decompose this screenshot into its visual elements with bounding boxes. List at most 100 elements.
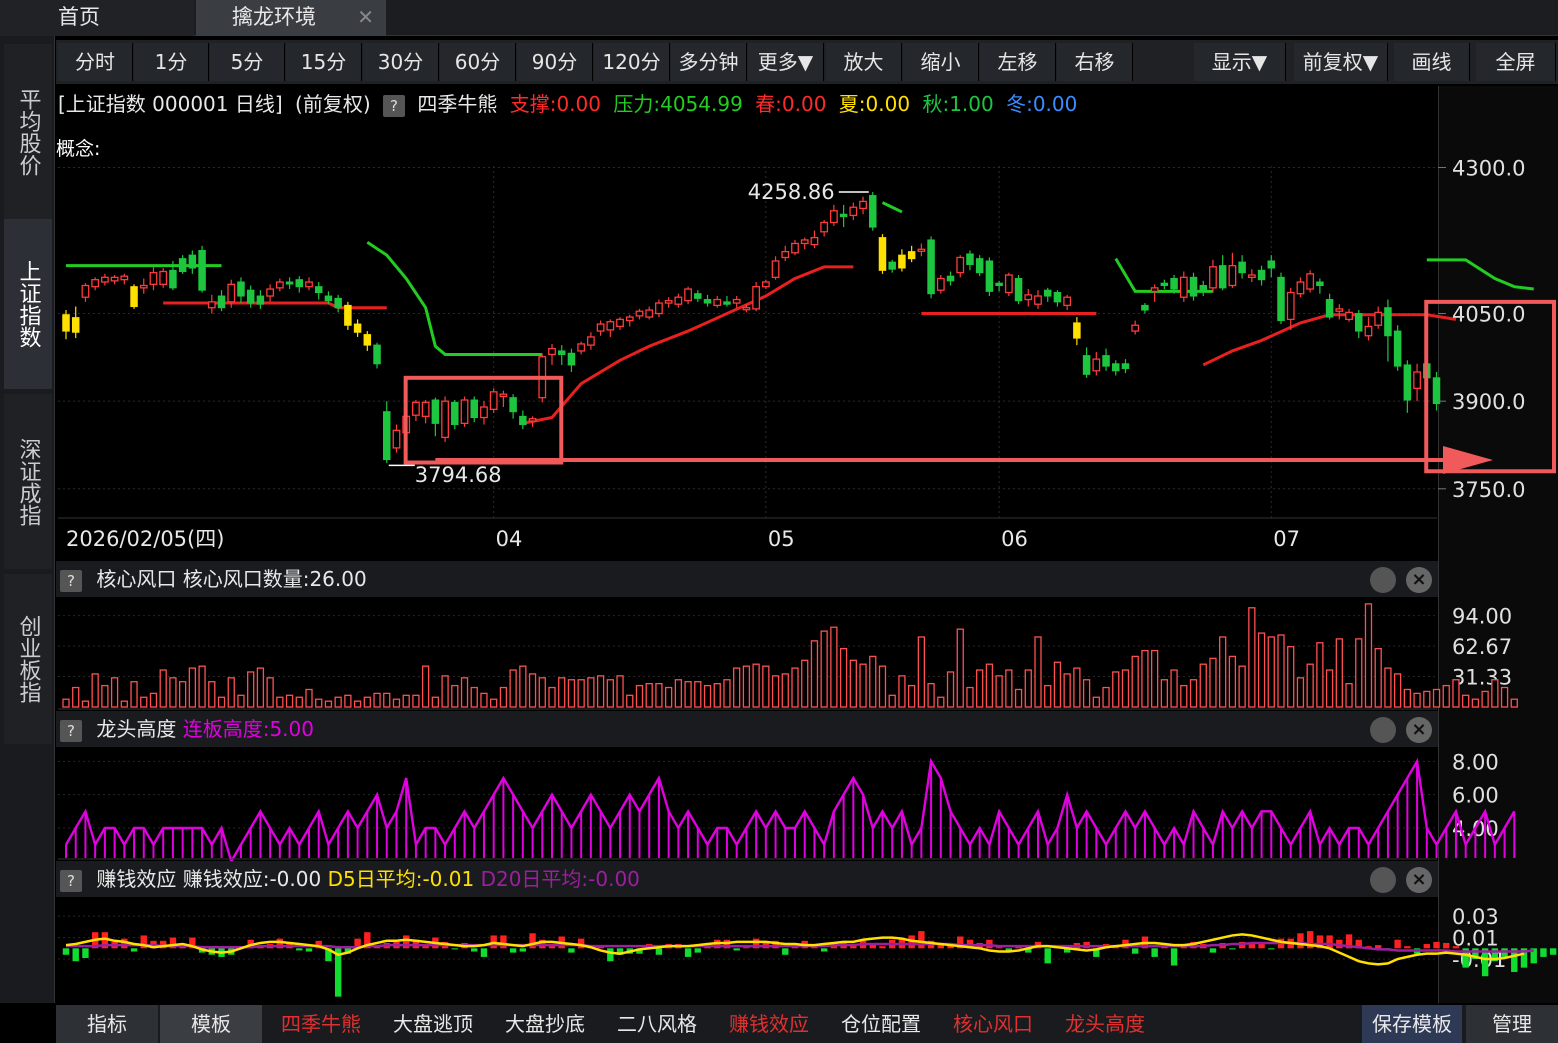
leader-height-header: ? 龙头高度 连板高度:5.00 × — [56, 711, 1438, 747]
effect-bar — [782, 948, 789, 955]
bar — [110, 677, 119, 708]
y-tick-label: 94.00 — [1452, 605, 1512, 629]
bar — [927, 683, 935, 708]
bar — [635, 684, 644, 708]
bar — [266, 677, 274, 708]
candle-body — [314, 286, 323, 294]
candle-body — [499, 393, 508, 398]
candle-body — [1335, 308, 1344, 312]
candle-body — [1092, 358, 1101, 372]
candle-body — [139, 284, 148, 289]
bar — [1462, 694, 1470, 708]
bar — [1180, 684, 1188, 708]
bar — [237, 694, 245, 708]
bar — [285, 694, 294, 708]
candle-body — [703, 299, 712, 304]
bar — [1209, 657, 1217, 708]
candle-body — [509, 397, 517, 413]
template-item[interactable]: 四季牛熊 — [266, 1005, 376, 1043]
effect-bar — [72, 948, 79, 962]
bar — [62, 698, 70, 708]
bar — [519, 665, 527, 708]
effect-bar — [1209, 948, 1217, 953]
bar — [431, 696, 440, 708]
candle-body — [1170, 278, 1178, 290]
candle-body — [1131, 324, 1140, 332]
candle-body — [1053, 292, 1062, 303]
candle-body — [246, 289, 255, 304]
candle-body — [1209, 266, 1217, 289]
help-icon[interactable]: ? — [60, 719, 82, 742]
bar — [849, 659, 857, 708]
bar — [1034, 636, 1042, 708]
candle-body — [849, 206, 858, 217]
bar — [626, 694, 634, 708]
candle-body — [1257, 269, 1266, 281]
template-item[interactable]: 龙头高度 — [1050, 1005, 1160, 1043]
help-icon[interactable]: ? — [60, 569, 82, 592]
candle-body — [275, 281, 284, 289]
bar — [1150, 649, 1159, 708]
panel-value: 连板高度:5.00 — [182, 717, 314, 741]
template-item[interactable]: 赚钱效应 — [714, 1005, 824, 1043]
close-icon[interactable]: × — [1406, 567, 1432, 593]
d5-line — [65, 933, 1525, 966]
template-item[interactable]: 二八风格 — [602, 1005, 712, 1043]
bar — [1277, 634, 1285, 708]
effect-bar — [1443, 942, 1450, 949]
gear-icon[interactable] — [1370, 717, 1396, 743]
bar — [140, 696, 148, 708]
core-wind-panel: 94.00 62.67 31.33 — [58, 603, 1518, 710]
bar — [1452, 679, 1460, 708]
bar — [441, 675, 449, 708]
bar — [1112, 671, 1120, 708]
candle-body — [431, 399, 440, 424]
y-tick-label: 3900.0 — [1452, 390, 1525, 414]
template-tab[interactable]: 模板 — [160, 1005, 262, 1043]
gear-icon[interactable] — [1370, 867, 1396, 893]
candle-body — [927, 239, 935, 295]
effect-bar — [733, 948, 740, 951]
d20-value: D20日平均:-0.00 — [480, 867, 640, 891]
bar — [771, 675, 780, 708]
effect-bar — [568, 948, 575, 953]
effect-bar — [820, 948, 828, 952]
candle-body — [606, 321, 615, 331]
template-item[interactable]: 仓位配置 — [826, 1005, 936, 1043]
candle-body — [353, 323, 362, 333]
candle-body — [62, 314, 70, 332]
high-annotation: 4258.86 — [748, 180, 835, 204]
candle-body — [1141, 304, 1149, 311]
candle-body — [1247, 274, 1256, 278]
template-item[interactable]: 大盘抄底 — [490, 1005, 600, 1043]
indicator-tab[interactable]: 指标 — [56, 1005, 158, 1043]
candle-body — [120, 275, 129, 281]
bar — [509, 669, 517, 708]
bar — [169, 677, 177, 708]
bar — [1374, 647, 1382, 708]
candle-body — [761, 281, 770, 288]
help-icon[interactable]: ? — [60, 869, 82, 892]
save-template-button[interactable]: 保存模板 — [1362, 1005, 1462, 1043]
template-item[interactable]: 大盘逃顶 — [378, 1005, 488, 1043]
bar — [898, 675, 906, 708]
template-bar: 指标 模板 四季牛熊 大盘逃顶 大盘抄底 二八风格 赚钱效应 仓位配置 核心风口 龙头高度 保… — [56, 1005, 1558, 1043]
candle-body — [1296, 281, 1305, 295]
template-item[interactable]: 核心风口 — [938, 1005, 1048, 1043]
candle-body — [188, 254, 197, 269]
bar — [1257, 632, 1266, 708]
manage-button[interactable]: 管理 — [1466, 1005, 1558, 1043]
bar — [674, 679, 683, 708]
bar — [1024, 669, 1032, 708]
bar — [645, 683, 653, 708]
gear-icon[interactable] — [1370, 567, 1396, 593]
close-icon[interactable]: × — [1406, 717, 1432, 743]
candle-body — [1345, 311, 1353, 321]
effect-bar — [519, 948, 527, 952]
bar — [538, 677, 546, 708]
close-icon[interactable]: × — [1406, 867, 1432, 893]
bar — [664, 686, 673, 708]
candle-body — [71, 317, 80, 333]
effect-bar — [82, 948, 89, 958]
bar — [1432, 688, 1441, 708]
